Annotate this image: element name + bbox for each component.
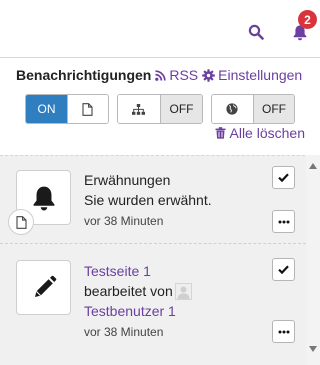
page-title: Benachrichtigungen [16, 67, 152, 83]
notifications-header: Benachrichtigungen RSS Einstellungen [16, 66, 316, 84]
notification-count-badge: 2 [298, 10, 317, 29]
check-icon [278, 265, 289, 274]
settings-label: Einstellungen [218, 67, 303, 83]
notification-time: vor 38 Minuten [84, 214, 164, 228]
gear-icon [202, 68, 215, 82]
ellipsis-icon [278, 330, 289, 333]
notification-title: Erwähnungen [84, 172, 171, 188]
toggle-off-label: OFF [169, 102, 194, 116]
user-link[interactable]: Testbenutzer 1 [84, 301, 192, 321]
globe-icon [226, 103, 239, 115]
file-icon [82, 102, 94, 116]
toggle-off-button[interactable]: OFF [159, 95, 202, 123]
settings-link[interactable]: Einstellungen [202, 67, 302, 83]
file-toggle-button[interactable] [66, 95, 108, 123]
user-icon [177, 286, 190, 299]
search-icon [248, 24, 264, 40]
bell-icon [33, 186, 54, 211]
trash-icon [215, 127, 225, 139]
toggle-group-pages: ON [25, 94, 109, 124]
rss-link[interactable]: RSS [155, 67, 198, 83]
toggle-group-structure: OFF [117, 94, 203, 124]
toggle-off-label-global: OFF [261, 102, 286, 116]
toggle-off-button-global[interactable]: OFF [252, 95, 294, 123]
toggle-on-label: ON [37, 102, 56, 116]
notification-message: Sie wurden erwähnt. [84, 192, 212, 208]
notification-time: vor 38 Minuten [84, 325, 164, 339]
file-icon [15, 215, 27, 229]
toggle-on-button[interactable]: ON [26, 95, 67, 123]
rss-label: RSS [169, 67, 199, 83]
top-bar: 2 [0, 0, 320, 58]
ellipsis-icon [278, 220, 289, 223]
edited-by-line: bearbeitet von [84, 281, 192, 301]
sitemap-icon [132, 103, 146, 115]
toggle-group-global: OFF [211, 94, 295, 124]
scroll-down-arrow[interactable] [309, 346, 317, 352]
notification-item[interactable]: Erwähnungen Sie wurden erwähnt. vor 38 M… [0, 158, 306, 244]
notification-content: Testseite 1 bearbeitet von Testbenutzer … [84, 261, 192, 342]
notification-type-icon-box [16, 260, 71, 315]
delete-all-button[interactable]: Alle löschen [215, 125, 306, 141]
more-options-button[interactable] [272, 210, 295, 233]
delete-all-label: Alle löschen [229, 125, 306, 141]
sitemap-toggle-button[interactable] [118, 95, 160, 123]
mark-read-button[interactable] [272, 166, 295, 189]
mark-read-button[interactable] [272, 258, 295, 281]
check-icon [278, 173, 289, 182]
edited-by-text: bearbeitet von [84, 283, 173, 299]
globe-toggle-button[interactable] [212, 95, 253, 123]
notification-item[interactable]: Testseite 1 bearbeitet von Testbenutzer … [0, 252, 306, 348]
scroll-up-arrow[interactable] [309, 163, 317, 169]
notification-content: Erwähnungen Sie wurden erwähnt. vor 38 M… [84, 170, 212, 231]
page-type-badge [8, 209, 34, 235]
page-link[interactable]: Testseite 1 [84, 261, 192, 281]
more-options-button[interactable] [272, 320, 295, 343]
scrollbar[interactable] [306, 155, 320, 365]
search-button[interactable] [246, 22, 266, 42]
user-avatar [174, 282, 192, 300]
pencil-icon [34, 275, 56, 297]
rss-icon [155, 69, 167, 81]
